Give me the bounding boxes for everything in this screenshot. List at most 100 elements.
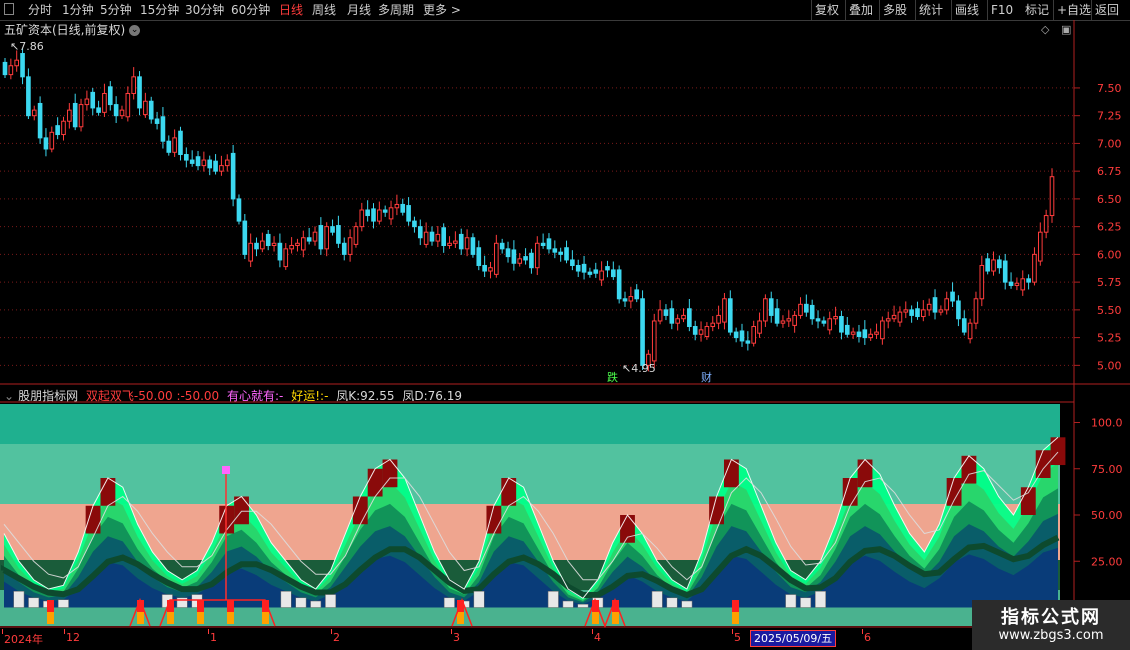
candle-body <box>31 109 37 117</box>
indicator-chevron-icon[interactable]: ⌄ <box>4 389 14 403</box>
price-tick-label: 5.25 <box>1097 332 1122 345</box>
white-bar <box>57 599 69 608</box>
signal-block <box>47 600 54 612</box>
candle-body <box>804 303 809 313</box>
candle-body <box>61 120 66 136</box>
candle-body <box>236 198 242 222</box>
date-label: 1 <box>210 631 217 644</box>
candle-body <box>523 256 528 261</box>
candle-body <box>289 245 294 250</box>
white-bar <box>473 591 485 608</box>
candle-body <box>470 237 476 255</box>
date-label: 5 <box>734 631 741 644</box>
indicator-tick-label: 25.00 <box>1091 555 1123 568</box>
signal-block <box>732 600 739 612</box>
candle-body <box>377 209 382 222</box>
candle-body <box>511 249 517 264</box>
signal-block-lower <box>137 612 144 624</box>
candle-body <box>827 318 833 331</box>
candle-body <box>330 226 335 233</box>
candle-body <box>921 309 926 318</box>
candle-body <box>944 298 950 311</box>
candle-body <box>880 320 885 340</box>
indicator-value-1: -50.00 <box>133 389 173 403</box>
red-block <box>1020 487 1036 515</box>
candle-body <box>388 207 394 220</box>
indicator-tick-label: 75.00 <box>1091 463 1123 476</box>
candle-body <box>26 76 31 117</box>
candle-body <box>1008 281 1014 286</box>
date-highlight: 2025/05/09/五 <box>750 630 837 647</box>
candle-body <box>72 102 78 128</box>
candle-body <box>14 59 20 67</box>
candle-body <box>271 242 277 247</box>
red-block <box>486 505 502 534</box>
white-bar <box>280 591 292 608</box>
candle-body <box>669 308 675 324</box>
red-block <box>382 459 398 488</box>
candle-body <box>184 154 189 161</box>
watermark: 指标公式网 www.zbgs3.com <box>972 600 1130 650</box>
candle-body <box>119 109 125 117</box>
candle-body <box>985 258 990 272</box>
candle-body <box>347 237 353 255</box>
high-price-label: ↖7.86 <box>10 40 44 53</box>
candle-body <box>207 159 213 169</box>
white-bar <box>666 597 678 608</box>
candle-body <box>956 300 961 320</box>
candle-body <box>248 242 253 262</box>
candle-body <box>102 92 107 113</box>
candle-body <box>148 100 154 120</box>
candle-body <box>950 291 955 302</box>
spike-marker <box>222 466 230 474</box>
candle-body <box>371 208 376 222</box>
candle-body <box>973 298 979 324</box>
candle-body <box>453 240 458 244</box>
candle-body <box>546 238 552 250</box>
candle-body <box>593 269 599 274</box>
k-value: :92.55 <box>356 389 395 403</box>
candle-body <box>967 322 973 340</box>
candle-body <box>219 165 224 172</box>
candle-body <box>394 203 400 209</box>
candle-body <box>605 266 610 271</box>
white-bar <box>310 600 322 608</box>
candle-body <box>540 242 546 247</box>
date-tick <box>451 629 452 634</box>
candle-body <box>242 220 248 255</box>
kline-chart[interactable]: 7.50 7.25 7.00 6.75 6.50 6.25 6.00 5.75 5.50 5.25… <box>0 0 1130 629</box>
date-label: 6 <box>864 631 871 644</box>
candle-body <box>67 109 72 122</box>
candle-body <box>359 209 365 228</box>
white-bar <box>577 604 589 608</box>
candle-body <box>517 258 523 264</box>
indicator-name: 股朋指标网 <box>18 389 79 403</box>
candle-body <box>628 296 634 302</box>
candle-body <box>260 240 265 250</box>
white-bar <box>815 591 826 608</box>
candle-body <box>844 324 850 335</box>
candle-body <box>675 318 680 324</box>
candle-body <box>166 140 172 153</box>
signal-block <box>197 600 204 612</box>
candle-body <box>640 298 645 366</box>
candle-body <box>195 156 201 167</box>
candle-body <box>324 226 330 250</box>
candle-body <box>318 225 324 250</box>
candle-body <box>809 304 815 320</box>
candle-body <box>2 61 8 76</box>
signal-block <box>227 600 234 612</box>
d-label: 凤D <box>402 389 424 403</box>
candle-body <box>722 298 727 323</box>
date-label: 2024年 <box>4 633 43 646</box>
white-bar <box>443 597 455 608</box>
indicator-label-3: 好运! <box>291 389 321 403</box>
candle-body <box>265 233 271 247</box>
candle-body <box>739 330 745 342</box>
candle-body <box>534 242 540 269</box>
red-block <box>100 478 116 506</box>
white-bar <box>681 600 693 608</box>
red-block <box>842 478 858 506</box>
white-bar <box>13 591 25 608</box>
candle-body <box>622 298 628 302</box>
